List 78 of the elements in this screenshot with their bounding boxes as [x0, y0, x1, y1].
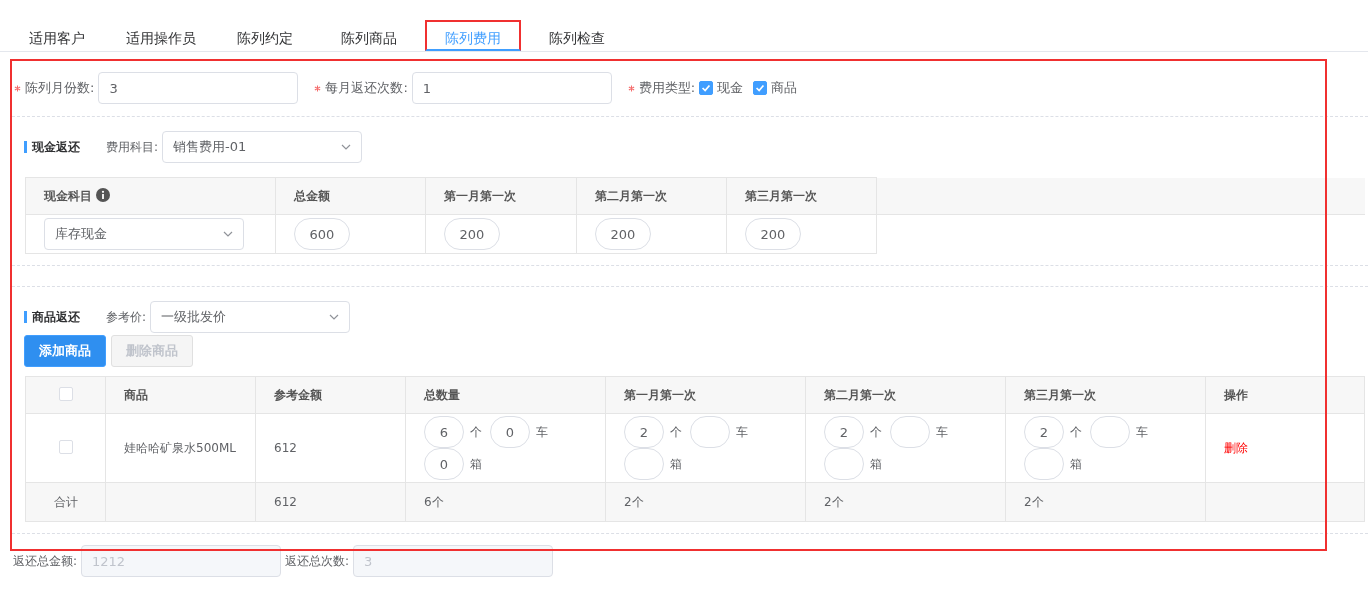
amount-field[interactable]: 200 — [444, 218, 500, 250]
tab[interactable]: 适用操作员 — [109, 20, 213, 51]
select-field[interactable]: 一级批发价 — [150, 301, 351, 333]
field-label: 费用科目: — [106, 138, 159, 156]
section-title: 现金返还 — [24, 141, 80, 153]
field-label: 返还总金额: — [13, 552, 78, 570]
tab[interactable]: 适用客户 — [5, 20, 109, 51]
table-cell: 娃哈哈矿泉水500ML — [105, 413, 256, 483]
table-cell: 2个 — [1005, 482, 1206, 522]
unit-label: 箱 — [870, 455, 882, 473]
quantity-field[interactable] — [890, 416, 930, 448]
amount-field[interactable]: 200 — [745, 218, 801, 250]
unit-label: 个 — [870, 423, 882, 441]
section-title: 商品返还 — [24, 311, 80, 323]
unit-label: 个 — [1070, 423, 1082, 441]
checkbox[interactable] — [753, 81, 768, 95]
unit-label: 个 — [670, 423, 682, 441]
quantity-field[interactable]: 2 — [1024, 416, 1064, 448]
field-label: 费用类型: — [638, 79, 696, 97]
quantity-field[interactable] — [624, 448, 664, 480]
table-cell: 2个 — [605, 482, 806, 522]
caret-icon — [223, 231, 233, 237]
column-header: 总金额 — [275, 177, 426, 215]
column-header: 操作 — [1205, 376, 1365, 414]
column-header: 第一月第一次 — [425, 177, 577, 215]
select-field[interactable]: 销售费用-01 — [162, 131, 363, 163]
caret-icon — [341, 144, 352, 150]
unit-label: 箱 — [470, 455, 482, 473]
input-field[interactable]: 3 — [98, 72, 299, 104]
table-cell: 612 — [255, 482, 406, 522]
table-cell: 合计 — [25, 482, 106, 522]
checkmark-icon — [754, 82, 767, 94]
quantity-field[interactable]: 0 — [424, 448, 464, 480]
amount-field[interactable]: 600 — [294, 218, 350, 250]
checkmark-icon — [700, 82, 713, 94]
field-label: 每月返还次数: — [325, 79, 408, 97]
unit-label: 个 — [470, 423, 482, 441]
unit-label: 箱 — [1070, 455, 1082, 473]
field-label: 返还总次数: — [285, 552, 350, 570]
checkbox-label: 商品 — [771, 79, 798, 97]
quantity-field[interactable]: 2 — [824, 416, 864, 448]
quantity-field[interactable] — [690, 416, 730, 448]
caret-icon — [329, 314, 340, 320]
column-header: 参考金额 — [255, 376, 406, 414]
quantity-field[interactable] — [1090, 416, 1130, 448]
field-label: 陈列月份数: — [25, 79, 95, 97]
unit-label: 车 — [536, 423, 548, 441]
add-button[interactable]: 添加商品 — [24, 335, 106, 367]
select-field[interactable]: 库存现金 — [44, 218, 244, 250]
unit-label: 箱 — [670, 455, 682, 473]
unit-label: 车 — [936, 423, 948, 441]
input-field[interactable]: 1 — [411, 72, 612, 104]
table-cell: 612 — [255, 413, 406, 483]
column-header: 总数量 — [405, 376, 606, 414]
quantity-field[interactable] — [824, 448, 864, 480]
quantity-field[interactable]: 2 — [624, 416, 664, 448]
column-header: 第三月第一次 — [726, 177, 877, 215]
column-header: 现金科目 — [25, 177, 276, 215]
unit-label: 车 — [1136, 423, 1148, 441]
column-header: 第三月第一次 — [1005, 376, 1206, 414]
tab[interactable]: 陈列检查 — [525, 20, 629, 51]
field-label: 参考价: — [106, 308, 147, 326]
column-header: 第二月第一次 — [805, 376, 1006, 414]
tab[interactable]: 陈列商品 — [317, 20, 421, 51]
table-cell: 6个 — [405, 482, 606, 522]
delete-link[interactable]: 删除 — [1224, 439, 1248, 457]
unit-label: 车 — [736, 423, 748, 441]
column-header: 第一月第一次 — [605, 376, 806, 414]
quantity-field[interactable] — [1024, 448, 1064, 480]
column-header: 第二月第一次 — [576, 177, 727, 215]
tab[interactable]: 陈列约定 — [213, 20, 317, 51]
amount-field[interactable]: 200 — [595, 218, 651, 250]
checkbox-label: 现金 — [717, 79, 744, 97]
checkbox[interactable] — [699, 81, 714, 95]
table-cell: 2个 — [805, 482, 1006, 522]
quantity-field[interactable]: 6 — [424, 416, 464, 448]
quantity-field[interactable]: 0 — [490, 416, 530, 448]
column-header: 商品 — [105, 376, 256, 414]
